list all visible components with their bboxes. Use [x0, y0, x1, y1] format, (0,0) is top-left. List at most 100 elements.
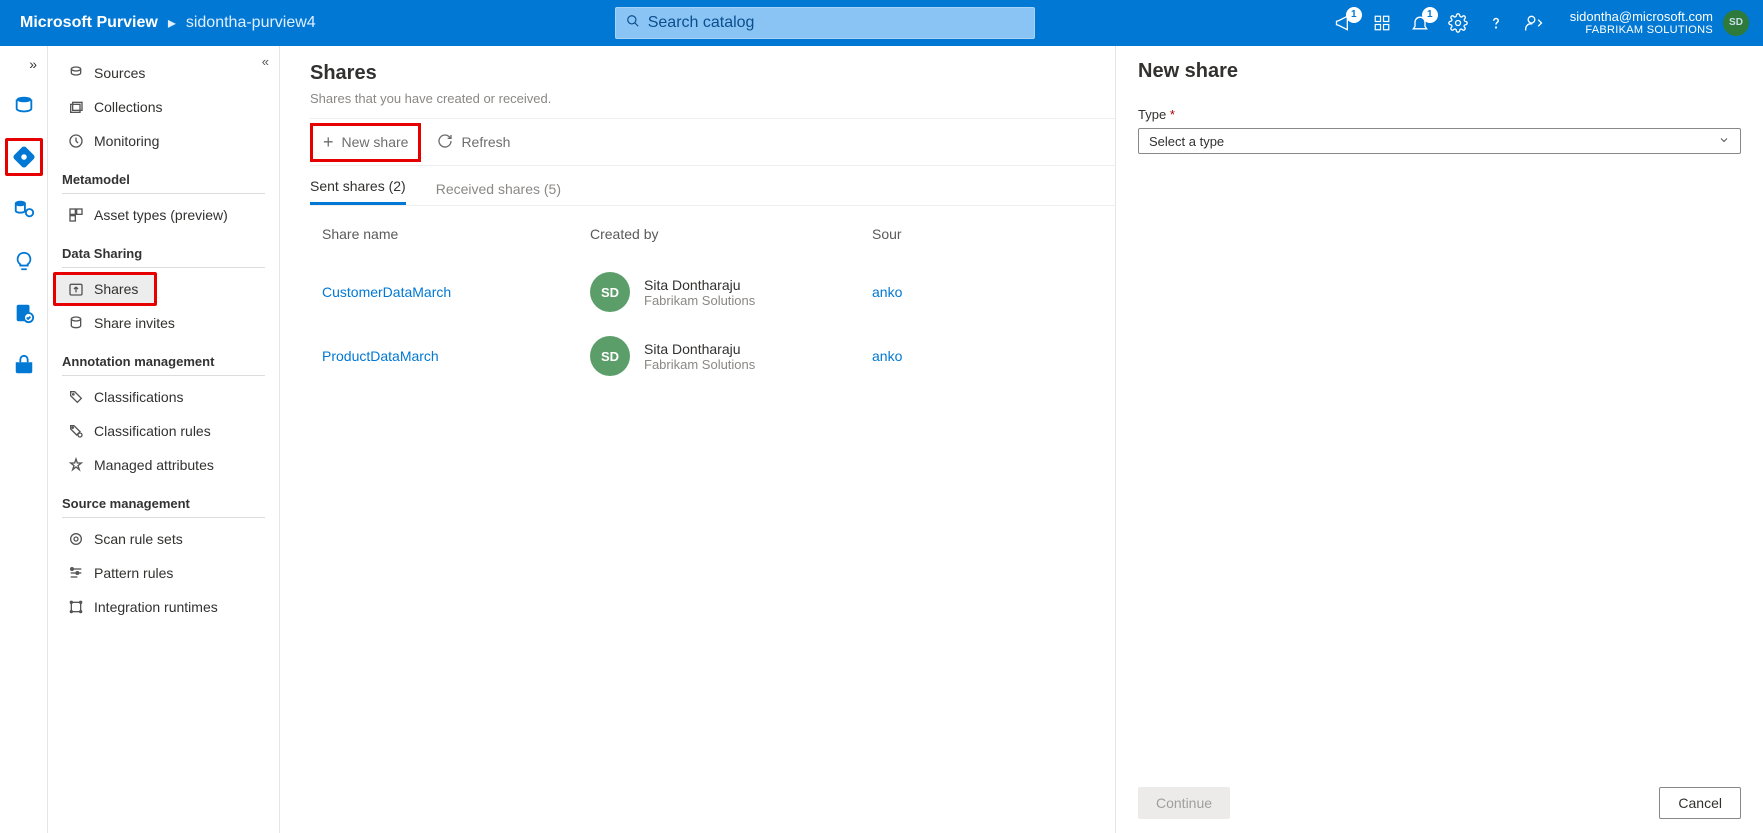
col-created-by[interactable]: Created by: [590, 226, 872, 242]
sidebar-item-label: Shares: [94, 281, 138, 297]
sidebar-item-classification-rules[interactable]: Classification rules: [62, 414, 265, 448]
sidebar-item-pattern-rules[interactable]: Pattern rules: [62, 556, 265, 590]
sidebar-item-classifications[interactable]: Classifications: [62, 380, 265, 414]
sidebar-item-integration-runtimes[interactable]: Integration runtimes: [62, 590, 265, 624]
sidebar-item-label: Managed attributes: [94, 457, 214, 473]
avatar: SD: [590, 336, 630, 376]
user-org: Fabrikam Solutions: [644, 293, 755, 308]
tab-received-shares[interactable]: Received shares (5): [436, 181, 561, 205]
new-share-button[interactable]: + New share: [310, 123, 421, 162]
monitoring-icon: [68, 133, 84, 149]
button-label: Refresh: [461, 134, 510, 150]
header-right: 1 1 sidontha@microsoft.com FABRIKAM SOLU…: [1334, 10, 1763, 36]
user-name: Sita Dontharaju: [644, 341, 755, 357]
collapse-sidebar-icon[interactable]: «: [262, 54, 269, 69]
sidebar-item-collections[interactable]: Collections: [62, 90, 265, 124]
type-label: Type *: [1138, 107, 1741, 122]
user-text: sidontha@microsoft.com FABRIKAM SOLUTION…: [1570, 10, 1713, 36]
expand-rail-icon[interactable]: »: [29, 56, 47, 72]
sidebar-header-metamodel: Metamodel: [62, 172, 265, 187]
sidebar-item-label: Collections: [94, 99, 162, 115]
scan-rule-sets-icon: [68, 531, 84, 547]
pattern-rules-icon: [68, 565, 84, 581]
new-share-panel: New share Type * Select a type Continue …: [1115, 46, 1763, 833]
sidebar-item-label: Classifications: [94, 389, 183, 405]
sidebar-item-shares[interactable]: Shares: [53, 272, 157, 306]
sidebar-item-label: Sources: [94, 65, 145, 81]
search-placeholder: Search catalog: [648, 14, 755, 32]
sources-icon: [68, 65, 84, 81]
sidebar-item-label: Classification rules: [94, 423, 211, 439]
search-input[interactable]: Search catalog: [615, 7, 1035, 39]
sidebar-item-scan-rule-sets[interactable]: Scan rule sets: [62, 522, 265, 556]
divider: [62, 193, 265, 194]
brand-title: Microsoft Purview: [20, 14, 158, 32]
avatar: SD: [590, 272, 630, 312]
user-email: sidontha@microsoft.com: [1570, 10, 1713, 24]
panel-title: New share: [1138, 60, 1741, 83]
badge: 1: [1422, 7, 1438, 23]
sidebar-item-sources[interactable]: Sources: [62, 56, 265, 90]
tab-sent-shares[interactable]: Sent shares (2): [310, 178, 406, 205]
created-by-cell: SD Sita Dontharaju Fabrikam Solutions: [590, 336, 872, 376]
required-asterisk: *: [1170, 107, 1175, 122]
bell-icon[interactable]: 1: [1410, 13, 1430, 33]
user-org: Fabrikam Solutions: [644, 357, 755, 372]
refresh-icon: [437, 133, 453, 152]
panel-footer: Continue Cancel: [1138, 773, 1741, 833]
col-share-name[interactable]: Share name: [310, 226, 590, 242]
sidebar-item-asset-types[interactable]: Asset types (preview): [62, 198, 265, 232]
asset-types-icon: [68, 207, 84, 223]
sidebar-item-managed-attributes[interactable]: Managed attributes: [62, 448, 265, 482]
share-link[interactable]: ProductDataMarch: [310, 348, 590, 364]
search-icon: [626, 14, 640, 33]
search-wrap: Search catalog: [316, 7, 1334, 39]
sidebar-item-label: Integration runtimes: [94, 599, 218, 615]
share-invites-icon: [68, 315, 84, 331]
rail-item-estate[interactable]: [5, 190, 43, 228]
share-link[interactable]: CustomerDataMarch: [310, 284, 590, 300]
breadcrumb-account[interactable]: sidontha-purview4: [186, 14, 316, 32]
divider: [62, 375, 265, 376]
sidebar-header-annotation: Annotation management: [62, 354, 265, 369]
main-content: Shares Shares that you have created or r…: [280, 46, 1763, 833]
gear-icon[interactable]: [1448, 13, 1468, 33]
left-rail: »: [0, 46, 48, 833]
sidebar: « Sources Collections Monitoring Metamod…: [48, 46, 280, 833]
feedback-icon[interactable]: [1524, 13, 1544, 33]
collections-icon: [68, 99, 84, 115]
user-menu[interactable]: sidontha@microsoft.com FABRIKAM SOLUTION…: [1570, 10, 1749, 36]
megaphone-icon[interactable]: 1: [1334, 13, 1354, 33]
avatar: SD: [1723, 10, 1749, 36]
chevron-down-icon: [1718, 134, 1730, 149]
button-label: New share: [342, 134, 409, 150]
integration-runtimes-icon: [68, 599, 84, 615]
rail-item-datamap[interactable]: [5, 138, 43, 176]
user-org: FABRIKAM SOLUTIONS: [1570, 24, 1713, 36]
sidebar-item-monitoring[interactable]: Monitoring: [62, 124, 265, 158]
shares-icon: [68, 281, 84, 297]
sidebar-item-label: Pattern rules: [94, 565, 173, 581]
apps-icon[interactable]: [1372, 13, 1392, 33]
help-icon[interactable]: [1486, 13, 1506, 33]
rail-item-policy[interactable]: [5, 294, 43, 332]
classifications-icon: [68, 389, 84, 405]
cancel-button[interactable]: Cancel: [1659, 787, 1741, 819]
sidebar-item-label: Share invites: [94, 315, 175, 331]
rail-item-management[interactable]: [5, 346, 43, 384]
sidebar-header-data-sharing: Data Sharing: [62, 246, 265, 261]
sidebar-item-share-invites[interactable]: Share invites: [62, 306, 265, 340]
divider: [62, 267, 265, 268]
rail-item-datacatalog[interactable]: [5, 86, 43, 124]
breadcrumb-chevron-icon: ▸: [168, 13, 176, 33]
refresh-button[interactable]: Refresh: [427, 127, 520, 158]
continue-button[interactable]: Continue: [1138, 787, 1230, 819]
badge: 1: [1346, 7, 1362, 23]
created-by-cell: SD Sita Dontharaju Fabrikam Solutions: [590, 272, 872, 312]
sidebar-item-label: Scan rule sets: [94, 531, 183, 547]
sidebar-item-label: Asset types (preview): [94, 207, 228, 223]
rail-item-insights[interactable]: [5, 242, 43, 280]
type-select[interactable]: Select a type: [1138, 128, 1741, 154]
divider: [62, 517, 265, 518]
managed-attributes-icon: [68, 457, 84, 473]
